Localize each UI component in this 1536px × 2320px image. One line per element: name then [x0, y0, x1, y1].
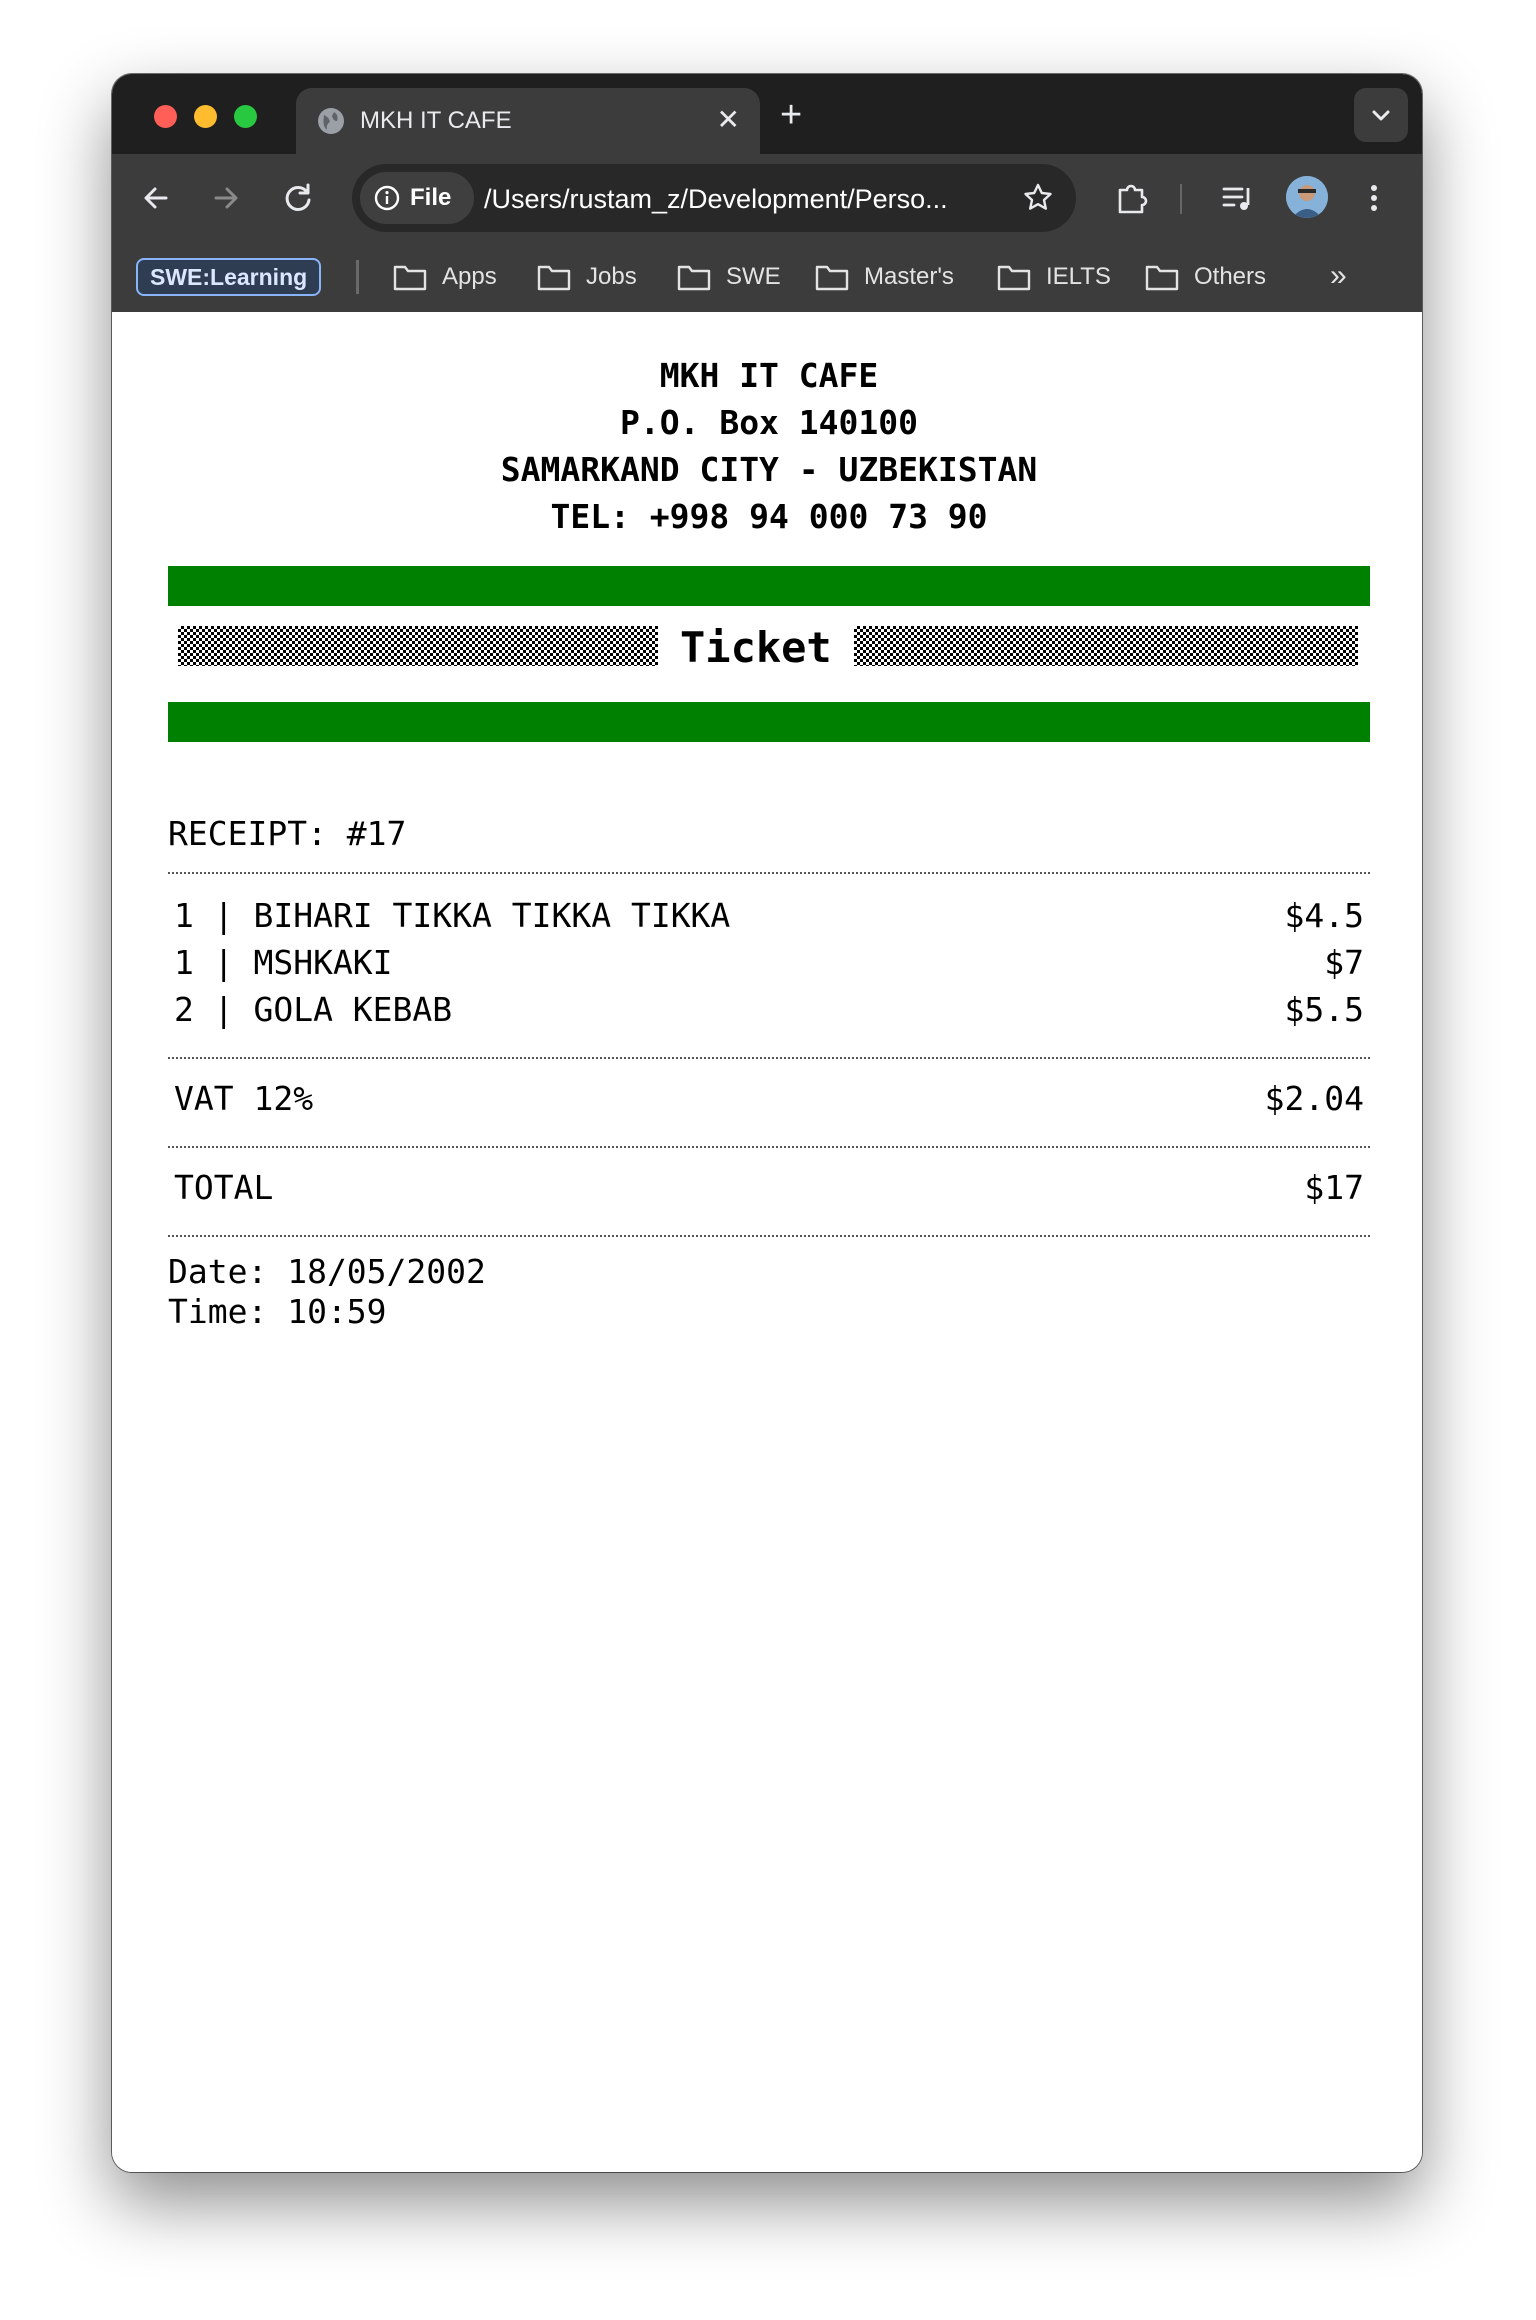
bookmark-label: IELTS: [1046, 263, 1111, 290]
divider: [168, 872, 1370, 874]
item-price: $5.5: [1284, 990, 1364, 1029]
cafe-po-box: P.O. Box 140100: [619, 403, 918, 442]
tab-title: MKH IT CAFE: [360, 107, 512, 134]
banner-bar-bottom: [168, 702, 1370, 742]
browser-window: MKH IT CAFE ✕ + File /Users/rustam_z/Dev…: [112, 74, 1422, 2172]
bookmarks-bar: SWE:Learning Apps Jobs SWE Master's IELT…: [112, 242, 1422, 312]
new-tab-button[interactable]: +: [780, 94, 802, 136]
bookmark-star-icon[interactable]: [1022, 182, 1054, 214]
globe-icon: [318, 108, 344, 134]
checker-pattern-right: [854, 626, 1358, 666]
cafe-address: SAMARKAND CITY - UZBEKISTAN: [500, 450, 1038, 489]
reload-icon[interactable]: [276, 176, 320, 220]
divider: [168, 1235, 1370, 1237]
vat-value: $2.04: [1264, 1079, 1364, 1118]
forward-arrow-icon[interactable]: [204, 176, 248, 220]
tab-strip: MKH IT CAFE ✕ +: [112, 74, 1422, 154]
bookmark-label: Others: [1194, 263, 1267, 290]
chevron-down-icon: [1372, 110, 1390, 121]
page-content: MKH IT CAFE P.O. Box 140100 SAMARKAND CI…: [112, 312, 1422, 2172]
cafe-name: MKH IT CAFE: [659, 356, 879, 395]
media-controls-icon[interactable]: [1218, 178, 1258, 218]
divider: [168, 1057, 1370, 1059]
window-minimize-button[interactable]: [194, 105, 217, 128]
bookmarks-overflow-icon[interactable]: »: [1330, 260, 1347, 292]
bookmark-label: SWE: [726, 263, 781, 290]
back-arrow-icon[interactable]: [134, 176, 178, 220]
folder-icon: [815, 265, 849, 291]
more-menu-icon[interactable]: [1354, 178, 1394, 218]
receipt-number: RECEIPT: #17: [168, 814, 407, 853]
extensions-puzzle-icon[interactable]: [1112, 178, 1152, 218]
toolbar-separator: [1180, 184, 1182, 214]
total-label: TOTAL: [174, 1168, 274, 1207]
banner-bar-top: [168, 566, 1370, 606]
tab-group-chip[interactable]: SWE:Learning: [136, 258, 322, 296]
folder-icon: [393, 265, 427, 291]
folder-icon: [677, 265, 711, 291]
site-info-chip[interactable]: File: [360, 172, 474, 224]
tab-search-button[interactable]: [1354, 88, 1408, 142]
window-maximize-button[interactable]: [234, 105, 257, 128]
item-name: 2 | GOLA KEBAB: [174, 990, 453, 1029]
checker-pattern-left: [178, 626, 658, 666]
folder-icon: [997, 265, 1031, 291]
bookmark-label: Jobs: [586, 263, 637, 290]
vat-label: VAT 12%: [174, 1079, 314, 1118]
bookmarks-separator: [356, 260, 359, 294]
info-icon: [374, 185, 400, 211]
item-price: $7: [1324, 943, 1364, 982]
folder-icon: [537, 265, 571, 291]
site-info-label: File: [410, 184, 452, 211]
active-tab[interactable]: MKH IT CAFE ✕: [296, 88, 760, 154]
bookmark-label: Master's: [864, 263, 954, 290]
profile-picture: [1286, 176, 1328, 218]
item-name: 1 | BIHARI TIKKA TIKKA TIKKA: [174, 896, 731, 935]
cafe-phone: TEL: +998 94 000 73 90: [550, 497, 988, 536]
receipt-time: Time: 10:59: [168, 1292, 387, 1331]
total-value: $17: [1304, 1168, 1364, 1207]
tab-close-icon[interactable]: ✕: [717, 103, 740, 137]
receipt-date: Date: 18/05/2002: [168, 1252, 486, 1291]
bookmark-label: Apps: [442, 263, 497, 290]
address-bar[interactable]: File /Users/rustam_z/Development/Perso..…: [352, 164, 1076, 232]
toolbar: File /Users/rustam_z/Development/Perso..…: [112, 154, 1422, 242]
divider: [168, 1146, 1370, 1148]
profile-avatar[interactable]: [1286, 176, 1328, 218]
folder-icon: [1145, 265, 1179, 291]
item-price: $4.5: [1284, 896, 1364, 935]
ticket-label: Ticket: [680, 623, 832, 672]
url-text: /Users/rustam_z/Development/Perso...: [484, 184, 948, 214]
item-name: 1 | MSHKAKI: [174, 943, 393, 982]
window-close-button[interactable]: [154, 105, 177, 128]
